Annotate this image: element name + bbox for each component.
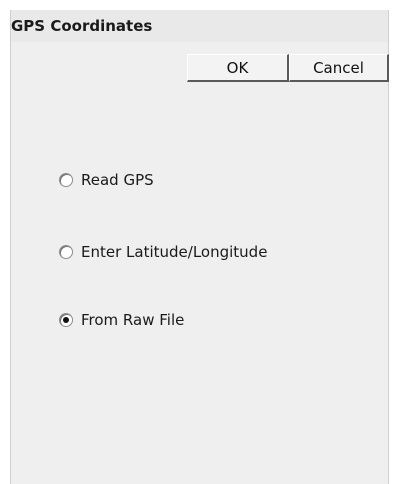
radio-option-from-raw-file[interactable]: From Raw File	[59, 309, 184, 331]
radio-button-enter-lat-long[interactable]	[59, 245, 73, 259]
radio-label-read-gps: Read GPS	[81, 171, 154, 189]
ok-button-label: OK	[226, 58, 249, 77]
dialog-titlebar: GPS Coordinates	[11, 10, 388, 42]
cancel-button-label: Cancel	[313, 58, 364, 77]
gps-coordinates-dialog: GPS Coordinates OK Cancel Read GPS Enter…	[10, 10, 389, 484]
cancel-button[interactable]: Cancel	[289, 54, 389, 82]
dialog-title: GPS Coordinates	[11, 17, 153, 35]
ok-button[interactable]: OK	[187, 54, 289, 82]
radio-label-from-raw-file: From Raw File	[81, 311, 185, 329]
radio-option-read-gps[interactable]: Read GPS	[59, 169, 154, 191]
radio-label-enter-lat-long: Enter Latitude/Longitude	[81, 243, 268, 261]
radio-button-from-raw-file[interactable]	[59, 313, 73, 327]
radio-selected-dot	[63, 317, 69, 323]
radio-button-read-gps[interactable]	[59, 173, 73, 187]
radio-option-enter-lat-long[interactable]: Enter Latitude/Longitude	[59, 241, 267, 263]
